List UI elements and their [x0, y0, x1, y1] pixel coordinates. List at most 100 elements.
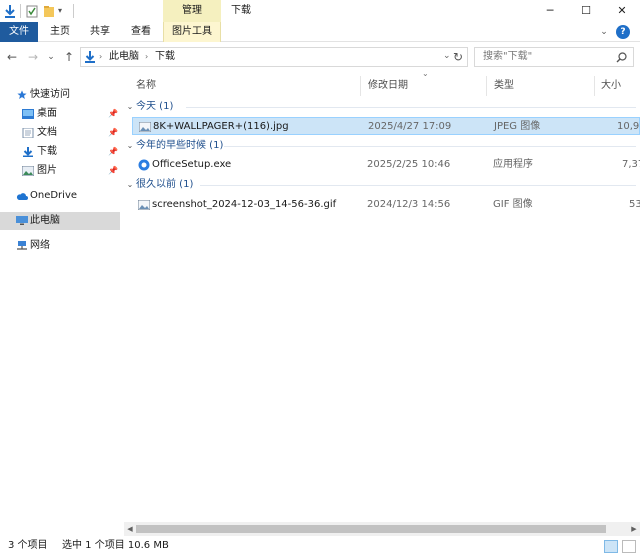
breadcrumb-separator-icon[interactable]: › — [99, 48, 102, 66]
collapse-chevron-icon[interactable]: ⌄ — [124, 176, 136, 194]
column-header-name[interactable]: 名称 — [136, 76, 156, 96]
sidebar-item-this-pc[interactable]: 此电脑 — [0, 212, 120, 230]
ribbon-tabs: 文件 主页 共享 查看 图片工具 ⌄ ? — [0, 22, 640, 42]
up-button[interactable]: ↑ — [62, 49, 76, 65]
selection-info: 选中 1 个项目 10.6 MB — [62, 540, 169, 551]
sidebar-item-onedrive[interactable]: OneDrive — [0, 187, 120, 205]
item-count: 3 个项目 — [8, 540, 48, 551]
sidebar-item-label: 图片 — [37, 165, 57, 176]
network-icon — [17, 241, 27, 250]
tab-manage[interactable]: 管理 — [163, 0, 221, 22]
search-box[interactable]: 搜索"下载" — [474, 47, 634, 67]
file-name: screenshot_2024-12-03_14-56-36.gif — [152, 199, 337, 210]
column-header-type[interactable]: 类型 — [494, 76, 514, 96]
maximize-button[interactable]: ☐ — [568, 0, 604, 22]
office-setup-icon — [138, 159, 150, 171]
pin-icon[interactable]: 📌 — [108, 143, 118, 161]
customize-qa-chevron-icon[interactable]: ▾ — [58, 3, 68, 19]
file-row[interactable]: OfficeSetup.exe 2025/2/25 10:46 应用程序 7,3… — [132, 156, 640, 174]
column-divider[interactable] — [486, 76, 487, 96]
file-size: 53 — [629, 199, 640, 210]
qa-divider — [73, 4, 74, 18]
forward-button[interactable]: → — [26, 49, 40, 65]
sidebar-item-label: 文档 — [37, 127, 57, 138]
sort-chevron-icon: ⌄ — [422, 72, 429, 78]
group-label: 很久以前 (1) — [136, 179, 194, 190]
column-header-type-divider[interactable] — [594, 76, 595, 96]
file-row[interactable]: screenshot_2024-12-03_14-56-36.gif 2024/… — [132, 196, 640, 214]
sidebar-item-documents[interactable]: 文档 📌 — [0, 124, 120, 142]
tab-view[interactable]: 查看 — [124, 22, 158, 42]
file-size: 10,95 — [617, 121, 640, 132]
tab-share[interactable]: 共享 — [84, 22, 116, 42]
navigation-bar: ← → ⌄ ↑ › 此电脑 › 下载 ⌄ ↻ 搜索"下载" — [0, 42, 640, 72]
download-folder-icon — [85, 51, 95, 63]
large-icons-view-icon[interactable] — [622, 540, 636, 553]
new-folder-icon[interactable] — [43, 3, 55, 19]
properties-icon[interactable] — [26, 3, 38, 19]
expand-ribbon-chevron-icon[interactable]: ⌄ — [598, 25, 610, 39]
file-type: JPEG 图像 — [494, 121, 541, 132]
sidebar-item-label: 此电脑 — [30, 215, 60, 226]
file-list: 名称 ⌄ 修改日期 类型 大小 ⌄ 今天 (1) 8K+WALLPAGER+(11… — [124, 72, 640, 522]
scrollbar-thumb[interactable] — [136, 525, 606, 533]
file-name: 8K+WALLPAGER+(116).jpg — [153, 121, 289, 132]
scroll-right-icon[interactable]: ▶ — [628, 522, 640, 536]
quick-access-download-icon[interactable] — [4, 3, 16, 19]
file-modified: 2024/12/3 14:56 — [367, 199, 451, 210]
title-bar: ▾ 管理 下载 ─ ☐ ✕ — [0, 0, 640, 22]
breadcrumb-downloads[interactable]: 下载 — [155, 48, 175, 66]
column-header-modified[interactable]: 修改日期 — [368, 76, 408, 96]
back-button[interactable]: ← — [5, 49, 19, 65]
sidebar-item-label: 桌面 — [37, 108, 57, 119]
collapse-chevron-icon[interactable]: ⌄ — [124, 98, 136, 116]
sidebar-item-pictures[interactable]: 图片 📌 — [0, 162, 120, 180]
download-folder-icon — [23, 147, 33, 157]
minimize-button[interactable]: ─ — [532, 0, 568, 22]
image-file-icon — [138, 200, 150, 210]
recent-locations-chevron-icon[interactable]: ⌄ — [44, 49, 58, 65]
close-button[interactable]: ✕ — [604, 0, 640, 22]
search-icon[interactable] — [616, 52, 627, 63]
group-divider — [224, 146, 636, 147]
navigation-pane: 快速访问 桌面 📌 文档 📌 下载 📌 图片 📌 OneDrive 此电脑 网络 — [0, 72, 120, 520]
refresh-button[interactable]: ↻ — [453, 48, 463, 66]
sidebar-item-network[interactable]: 网络 — [0, 237, 120, 255]
pin-icon[interactable]: 📌 — [108, 105, 118, 123]
breadcrumb-this-pc[interactable]: 此电脑 — [109, 48, 139, 66]
tab-file[interactable]: 文件 — [0, 22, 38, 42]
qa-divider — [20, 4, 21, 18]
tab-home[interactable]: 主页 — [44, 22, 76, 42]
window-title: 下载 — [231, 5, 251, 16]
breadcrumb-separator-icon[interactable]: › — [145, 48, 148, 66]
address-bar[interactable]: › 此电脑 › 下载 ⌄ ↻ — [80, 47, 468, 67]
star-icon — [17, 90, 27, 99]
tab-picture-tools[interactable]: 图片工具 — [163, 22, 221, 42]
file-modified: 2025/4/27 17:09 — [368, 121, 452, 132]
sidebar-item-desktop[interactable]: 桌面 📌 — [0, 105, 120, 123]
column-divider[interactable] — [360, 76, 361, 96]
group-label: 今年的早些时候 (1) — [136, 140, 224, 151]
file-type: 应用程序 — [493, 159, 533, 170]
file-row[interactable]: 8K+WALLPAGER+(116).jpg 2025/4/27 17:09 J… — [132, 117, 640, 135]
onedrive-cloud-icon — [16, 193, 28, 200]
group-divider — [186, 107, 636, 108]
address-dropdown-chevron-icon[interactable]: ⌄ — [443, 47, 451, 65]
column-header-size[interactable]: 大小 — [601, 76, 621, 96]
pin-icon[interactable]: 📌 — [108, 162, 118, 180]
group-divider — [200, 185, 636, 186]
sidebar-item-label: 网络 — [30, 240, 50, 251]
file-size: 7,37 — [622, 159, 640, 170]
help-icon[interactable]: ? — [616, 25, 630, 39]
sidebar-item-quick-access[interactable]: 快速访问 — [0, 86, 120, 104]
documents-folder-icon — [22, 128, 34, 138]
scroll-left-icon[interactable]: ◀ — [124, 522, 136, 536]
pin-icon[interactable]: 📌 — [108, 124, 118, 142]
image-file-icon — [139, 122, 151, 132]
file-name: OfficeSetup.exe — [152, 159, 232, 170]
group-label: 今天 (1) — [136, 101, 174, 112]
sidebar-item-downloads[interactable]: 下载 📌 — [0, 143, 120, 161]
details-view-icon[interactable] — [604, 540, 618, 553]
collapse-chevron-icon[interactable]: ⌄ — [124, 137, 136, 155]
horizontal-scrollbar[interactable]: ◀ ▶ — [124, 522, 640, 536]
